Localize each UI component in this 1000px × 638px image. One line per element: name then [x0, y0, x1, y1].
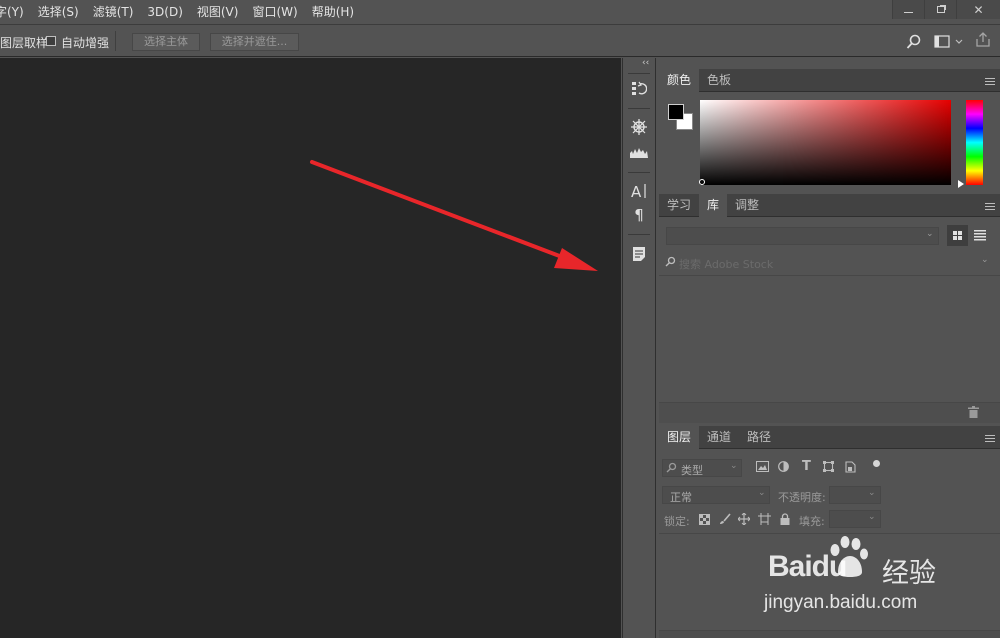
chevron-down-icon: ⌄ — [730, 461, 738, 471]
history-icon[interactable] — [622, 80, 656, 102]
blend-mode-value: 正常 — [670, 491, 692, 504]
layers-footer — [659, 630, 1000, 638]
opacity-label: 不透明度: — [778, 491, 826, 504]
collapse-strip-icon[interactable]: ‹‹ — [642, 58, 649, 68]
search-icon[interactable] — [906, 34, 922, 53]
pixel-layer-filter-icon[interactable] — [756, 461, 769, 475]
minimize-button[interactable] — [892, 0, 924, 19]
color-picker-marker[interactable] — [699, 179, 705, 185]
lock-transparent-icon[interactable] — [699, 514, 710, 528]
tab-color[interactable]: 颜色 — [659, 69, 700, 92]
lock-all-icon[interactable] — [780, 513, 790, 528]
annotation-arrow — [310, 160, 598, 271]
menu-bar: 字(Y) 选择(S) 滤镜(T) 3D(D) 视图(V) 窗口(W) 帮助(H) — [0, 0, 1000, 25]
libraries-divider — [659, 275, 1000, 276]
libraries-panel-header: 学习 库 调整 — [659, 194, 1000, 217]
smart-object-filter-icon[interactable] — [845, 461, 856, 476]
libraries-footer — [659, 402, 1000, 423]
watermark-cn: 经验 — [882, 558, 936, 589]
paragraph-icon[interactable]: ¶ — [622, 206, 656, 224]
tab-paths[interactable]: 路径 — [739, 426, 779, 449]
baidu-logo: Baidu 经验 — [768, 536, 998, 590]
foreground-color-swatch[interactable] — [668, 104, 684, 120]
workspace-icon[interactable] — [934, 35, 964, 52]
watermark-url: jingyan.baidu.com — [764, 592, 918, 613]
lock-artboard-icon[interactable] — [758, 513, 771, 528]
strip-divider — [628, 73, 650, 74]
lock-pixels-icon[interactable] — [719, 513, 731, 528]
libraries-panel-menu-icon[interactable] — [985, 201, 995, 212]
window-controls: ✕ — [892, 0, 1000, 19]
shape-layer-filter-icon[interactable] — [823, 461, 834, 475]
chevron-down-icon[interactable]: ⌄ — [981, 255, 989, 265]
svg-text:A: A — [631, 183, 642, 200]
color-field[interactable] — [700, 100, 951, 185]
menu-layer[interactable]: 字(Y) — [0, 0, 31, 25]
hue-slider[interactable] — [966, 100, 983, 185]
options-divider — [115, 31, 116, 51]
chevron-down-icon: ⌄ — [868, 488, 876, 498]
notes-icon[interactable] — [622, 246, 656, 266]
tab-adjustments[interactable]: 调整 — [727, 194, 767, 217]
fill-label: 填充: — [799, 515, 825, 528]
search-icon — [665, 256, 676, 270]
layers-panel-menu-icon[interactable] — [985, 433, 995, 444]
close-button[interactable]: ✕ — [956, 0, 1000, 19]
filter-toggle-icon[interactable] — [873, 460, 880, 467]
document-canvas[interactable] — [0, 58, 621, 638]
auto-enhance-label: 自动增强 — [61, 36, 110, 50]
menu-help[interactable]: 帮助(H) — [305, 0, 361, 25]
list-view-icon[interactable] — [974, 229, 986, 244]
chevron-down-icon: ⌄ — [868, 512, 876, 522]
menu-3d[interactable]: 3D(D) — [140, 0, 189, 25]
select-subject-button[interactable]: 选择主体 — [132, 33, 200, 51]
grid-view-button[interactable] — [947, 225, 968, 246]
layers-panel-header: 图层 通道 路径 — [659, 426, 1000, 449]
navigator-icon[interactable] — [622, 118, 656, 140]
lock-label: 锁定: — [664, 515, 690, 528]
select-and-mask-button[interactable]: 选择并遮住... — [210, 33, 299, 51]
character-icon[interactable]: A — [622, 182, 656, 204]
tab-learn[interactable]: 学习 — [659, 194, 699, 217]
library-select[interactable] — [666, 227, 939, 245]
grid-view-icon — [953, 231, 962, 240]
auto-enhance-checkbox[interactable] — [46, 36, 56, 46]
color-panel-header: 颜色 色板 — [659, 69, 1000, 92]
menu-filter[interactable]: 滤镜(T) — [86, 0, 141, 25]
restore-icon — [936, 6, 945, 13]
tab-channels[interactable]: 通道 — [699, 426, 739, 449]
trash-icon[interactable] — [968, 406, 979, 421]
search-icon — [666, 462, 677, 476]
tab-libraries[interactable]: 库 — [699, 194, 728, 217]
color-panel-menu-icon[interactable] — [985, 76, 995, 87]
strip-divider — [628, 172, 650, 173]
menu-window[interactable]: 窗口(W) — [245, 0, 304, 25]
tab-swatches[interactable]: 色板 — [699, 69, 739, 92]
menu-view[interactable]: 视图(V) — [190, 0, 246, 25]
tab-layers[interactable]: 图层 — [659, 426, 700, 449]
adjustment-layer-filter-icon[interactable] — [778, 461, 789, 475]
strip-divider — [628, 108, 650, 109]
close-icon: ✕ — [973, 2, 984, 17]
strip-divider — [628, 234, 650, 235]
chevron-down-icon: ⌄ — [926, 229, 934, 239]
layers-divider — [659, 533, 1000, 534]
lock-position-icon[interactable] — [737, 512, 751, 528]
layer-filter-value: 类型 — [681, 464, 703, 477]
restore-button[interactable] — [924, 0, 956, 19]
sample-layers-label: 图层取样 — [0, 36, 49, 50]
hue-slider-marker[interactable] — [958, 180, 964, 188]
histogram-icon[interactable] — [622, 145, 656, 163]
menu-select[interactable]: 选择(S) — [31, 0, 86, 25]
chevron-down-icon: ⌄ — [758, 488, 766, 498]
minimize-icon — [904, 11, 913, 13]
stock-search-placeholder: 搜索 Adobe Stock — [679, 258, 774, 271]
paw-icon — [830, 536, 868, 577]
type-layer-filter-icon[interactable]: T — [802, 459, 811, 474]
share-icon[interactable] — [974, 31, 992, 52]
